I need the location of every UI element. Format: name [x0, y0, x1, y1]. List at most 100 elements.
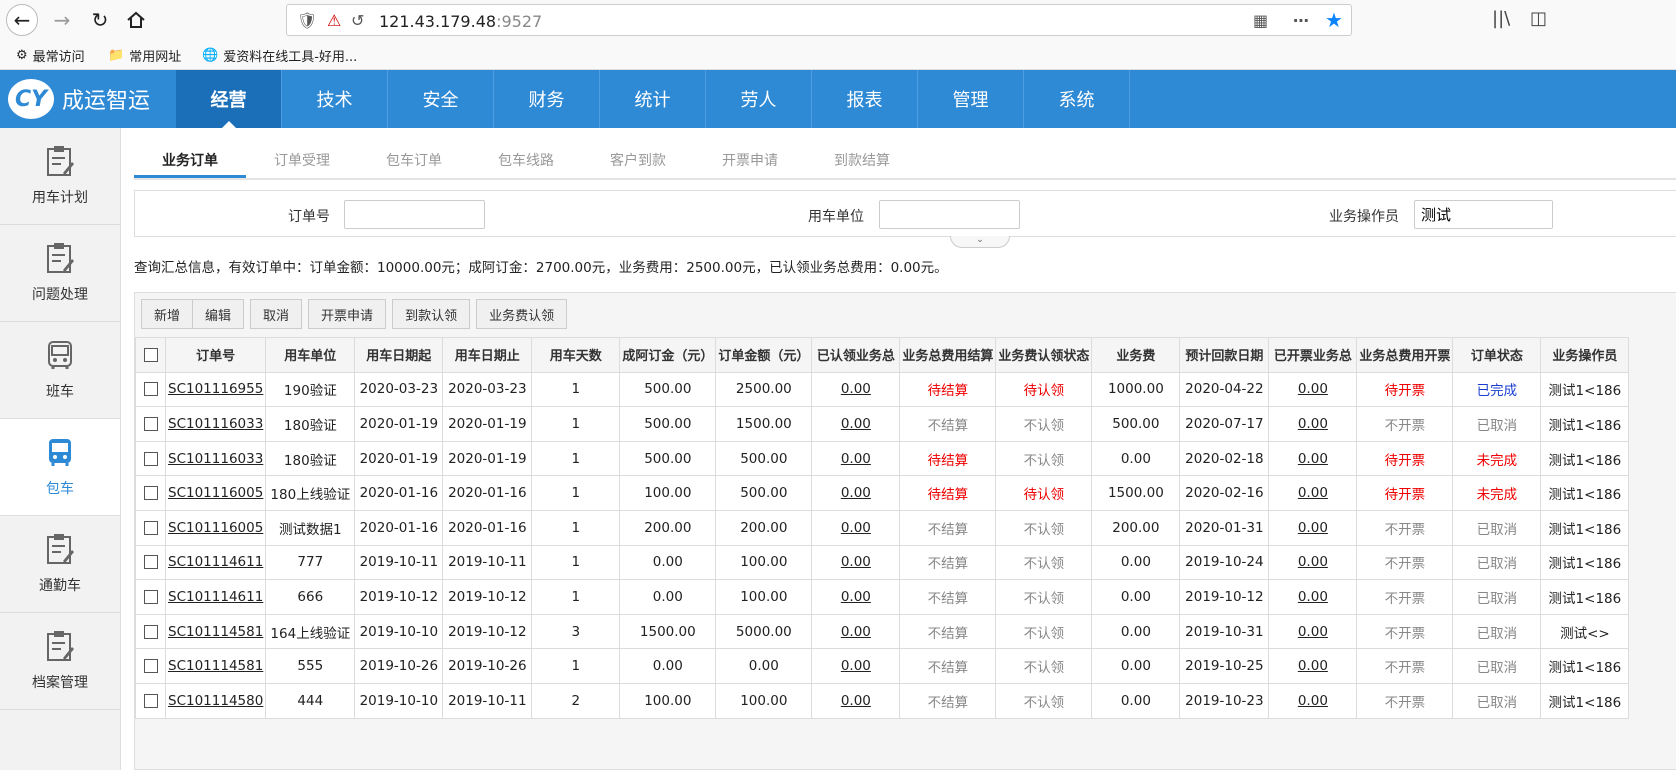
cell-invoiced-total[interactable]: 0.00 [1268, 406, 1358, 442]
column-header[interactable]: 用车日期起 [354, 337, 444, 373]
tab-customer-payments[interactable]: 客户到款 [582, 144, 694, 178]
table-row[interactable]: SC101114611 666 2019-10-12 2019-10-12 1 0.00 1… [135, 579, 1630, 615]
cell-invoiced-total[interactable]: 0.00 [1268, 371, 1358, 408]
cell-claimed-total[interactable]: 0.00 [811, 440, 901, 477]
row-checkbox[interactable] [135, 509, 166, 546]
top-nav-item[interactable]: 管理 [918, 70, 1024, 128]
cell-invoiced-total[interactable]: 0.00 [1268, 682, 1358, 719]
column-header[interactable]: 已开票业务总 [1268, 337, 1358, 373]
collapse-toggle[interactable]: ⌄ [950, 236, 1010, 248]
top-nav-item[interactable]: 财务 [494, 70, 600, 128]
sidebar-toggle-icon[interactable]: ◫ [1530, 8, 1547, 29]
bookmark-tools[interactable]: 🌐 爱资料在线工具-好用... [202, 46, 357, 65]
sidebar-item-charter[interactable]: 包车 [0, 419, 120, 516]
cell-order-no[interactable]: SC101116005 [164, 475, 267, 511]
add-button[interactable]: 新增 [141, 299, 194, 329]
order-no-input[interactable] [344, 200, 485, 229]
cell-claimed-total[interactable]: 0.00 [811, 475, 901, 511]
bookmark-folder[interactable]: 📁 常用网址 [108, 46, 181, 65]
cell-order-no[interactable]: SC101116005 [164, 509, 267, 546]
select-all-checkbox[interactable] [135, 337, 166, 373]
top-nav-item[interactable]: 安全 [388, 70, 494, 128]
bookmark-most-visited[interactable]: ⚙ 最常访问 [16, 46, 85, 65]
row-checkbox[interactable] [135, 475, 166, 511]
table-row[interactable]: SC101116955 190验证 2020-03-23 2020-03-23 1 500… [135, 371, 1630, 408]
cancel-button[interactable]: 取消 [250, 299, 303, 329]
cell-order-no[interactable]: SC101114580 [164, 682, 267, 719]
table-row[interactable]: SC101116005 180上线验证 2020-01-16 2020-01-16 1 1… [135, 475, 1630, 511]
table-row[interactable]: SC101116005 测试数据1 2020-01-16 2020-01-16 1 200… [135, 509, 1630, 546]
column-header[interactable]: 用车单位 [265, 337, 356, 373]
cell-invoiced-total[interactable]: 0.00 [1268, 475, 1358, 511]
cell-claimed-total[interactable]: 0.00 [811, 682, 901, 719]
cell-invoiced-total[interactable]: 0.00 [1268, 613, 1358, 650]
column-header[interactable]: 订单号 [164, 337, 267, 373]
tab-payment-settlement[interactable]: 到款结算 [806, 144, 918, 178]
top-nav-item[interactable]: 系统 [1024, 70, 1130, 128]
row-checkbox[interactable] [135, 440, 166, 477]
forward-icon[interactable]: → [46, 4, 78, 36]
cell-claimed-total[interactable]: 0.00 [811, 544, 901, 581]
tab-business-orders[interactable]: 业务订单 [134, 144, 246, 178]
sidebar-item-commute[interactable]: 通勤车 [0, 516, 120, 613]
cell-claimed-total[interactable]: 0.00 [811, 579, 901, 615]
bookmark-star-icon[interactable]: ★ [1325, 8, 1343, 32]
sidebar-item-car-plan[interactable]: 用车计划 [0, 128, 120, 225]
row-checkbox[interactable] [135, 682, 166, 719]
tab-invoice-requests[interactable]: 开票申请 [694, 144, 806, 178]
qr-code-icon[interactable]: ▦ [1253, 11, 1268, 30]
cell-invoiced-total[interactable]: 0.00 [1268, 509, 1358, 546]
column-header[interactable]: 业务总费用开票 [1356, 337, 1454, 373]
unit-input[interactable] [879, 200, 1020, 229]
tab-charter-orders[interactable]: 包车订单 [358, 144, 470, 178]
table-row[interactable]: SC101114580 444 2019-10-10 2019-10-11 2 100.0… [135, 682, 1630, 719]
cell-order-no[interactable]: SC101116955 [164, 371, 267, 408]
row-checkbox[interactable] [135, 648, 166, 684]
cell-invoiced-total[interactable]: 0.00 [1268, 440, 1358, 477]
table-row[interactable]: SC101116033 180验证 2020-01-19 2020-01-19 1 500… [135, 406, 1630, 442]
column-header[interactable]: 用车日期止 [442, 337, 533, 373]
edit-button[interactable]: 编辑 [193, 299, 245, 329]
tab-charter-routes[interactable]: 包车线路 [470, 144, 582, 178]
sidebar-item-archive[interactable]: 档案管理 [0, 613, 120, 710]
table-row[interactable]: SC101114581 555 2019-10-26 2019-10-26 1 0.00 0… [135, 648, 1630, 684]
top-nav-item[interactable]: 经营 [176, 70, 282, 128]
home-icon[interactable] [120, 4, 152, 36]
operator-input[interactable] [1414, 200, 1553, 229]
column-header[interactable]: 业务费认领状态 [995, 337, 1093, 373]
column-header[interactable]: 成阿订金（元） [619, 337, 717, 373]
cell-invoiced-total[interactable]: 0.00 [1268, 648, 1358, 684]
app-logo[interactable]: CY 成运智运 [8, 78, 150, 120]
top-nav-item[interactable]: 报表 [812, 70, 918, 128]
top-nav-item[interactable]: 技术 [282, 70, 388, 128]
column-header[interactable]: 用车天数 [531, 337, 621, 373]
column-header[interactable]: 业务操作员 [1540, 337, 1630, 373]
cell-invoiced-total[interactable]: 0.00 [1268, 544, 1358, 581]
cell-claimed-total[interactable]: 0.00 [811, 613, 901, 650]
cell-order-no[interactable]: SC101114581 [164, 613, 267, 650]
cell-invoiced-total[interactable]: 0.00 [1268, 579, 1358, 615]
claim-fee-button[interactable]: 业务费认领 [476, 299, 568, 329]
invoice-request-button[interactable]: 开票申请 [308, 299, 387, 329]
column-header[interactable]: 订单金额（元） [715, 337, 813, 373]
tab-order-accept[interactable]: 订单受理 [246, 144, 358, 178]
cell-order-no[interactable]: SC101114581 [164, 648, 267, 684]
column-header[interactable]: 订单状态 [1452, 337, 1542, 373]
column-header[interactable]: 预计回款日期 [1179, 337, 1270, 373]
sidebar-item-issues[interactable]: 问题处理 [0, 225, 120, 322]
table-row[interactable]: SC101114581 164上线验证 2019-10-10 2019-10-12 3 1… [135, 613, 1630, 650]
cell-claimed-total[interactable]: 0.00 [811, 509, 901, 546]
cell-claimed-total[interactable]: 0.00 [811, 371, 901, 408]
reload-icon[interactable]: ↻ [84, 4, 116, 36]
row-checkbox[interactable] [135, 371, 166, 408]
row-checkbox[interactable] [135, 613, 166, 650]
cell-order-no[interactable]: SC101114611 [164, 579, 267, 615]
cell-order-no[interactable]: SC101116033 [164, 406, 267, 442]
column-header[interactable]: 业务费 [1091, 337, 1181, 373]
library-icon[interactable]: ||\ [1492, 8, 1510, 29]
cell-order-no[interactable]: SC101116033 [164, 440, 267, 477]
cell-order-no[interactable]: SC101114611 [164, 544, 267, 581]
back-icon[interactable]: ← [6, 4, 38, 36]
top-nav-item[interactable]: 劳人 [706, 70, 812, 128]
cell-claimed-total[interactable]: 0.00 [811, 406, 901, 442]
